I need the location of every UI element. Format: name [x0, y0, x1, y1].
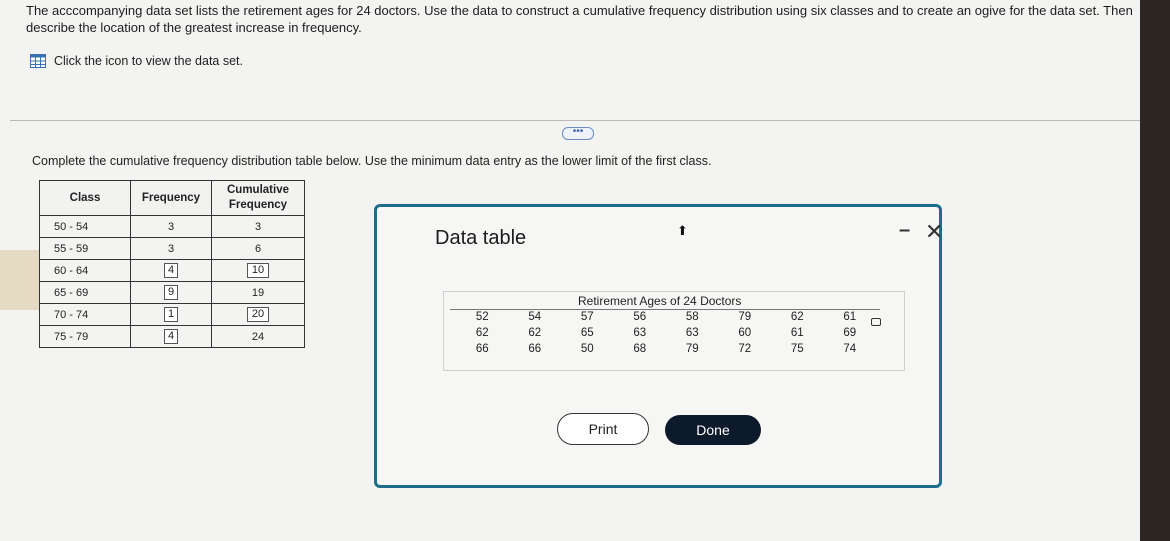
header-cumulative: Cumulative Frequency — [211, 180, 305, 216]
data-value: 56 — [633, 311, 647, 323]
data-grid: 52 54 57 56 58 79 62 61 62 62 65 63 63 6… — [456, 311, 876, 355]
frequency-input[interactable]: 4 — [164, 263, 178, 278]
done-button[interactable]: Done — [665, 415, 761, 445]
table-row: 70 - 74 1 20 — [39, 303, 305, 326]
cumulative-frequency-table: Class Frequency Cumulative Frequency 50 … — [39, 180, 305, 348]
copy-icon[interactable] — [871, 318, 881, 326]
table-row: 75 - 79 4 24 — [39, 325, 305, 348]
table-row: 55 - 59 3 6 — [39, 237, 305, 260]
data-value: 79 — [685, 343, 699, 355]
click-icon-text: Click the icon to view the data set. — [54, 54, 243, 68]
data-value: 69 — [843, 327, 857, 339]
data-value: 61 — [843, 311, 857, 323]
data-value: 54 — [528, 311, 542, 323]
close-button[interactable]: ✕ — [925, 219, 943, 245]
table-row: 65 - 69 9 19 — [39, 281, 305, 304]
data-set-link-row[interactable]: Click the icon to view the data set. — [30, 54, 243, 68]
data-value: 62 — [790, 311, 804, 323]
data-value: 58 — [685, 311, 699, 323]
data-table-dialog: Data table ⬆ – ✕ Retirement Ages of 24 D… — [374, 204, 943, 488]
instruction-text: Complete the cumulative frequency distri… — [32, 154, 712, 168]
class-cell: 60 - 64 — [54, 264, 89, 277]
data-value: 65 — [580, 327, 594, 339]
data-value: 68 — [633, 343, 647, 355]
data-value: 79 — [738, 311, 752, 323]
class-cell: 75 - 79 — [54, 330, 89, 343]
data-value: 66 — [528, 343, 542, 355]
table-row: 50 - 54 3 3 — [39, 215, 305, 238]
caption-rule — [450, 309, 880, 310]
data-value: 57 — [580, 311, 594, 323]
cumulative-cell: 3 — [254, 220, 262, 233]
data-value: 72 — [738, 343, 752, 355]
question-text: The acccompanying data set lists the ret… — [26, 3, 1133, 35]
data-value: 66 — [475, 343, 489, 355]
data-value: 63 — [633, 327, 647, 339]
mouse-cursor-icon: ⬆ — [677, 223, 688, 238]
cumulative-input[interactable]: 20 — [247, 307, 269, 322]
frequency-input[interactable]: 4 — [164, 329, 178, 344]
data-value: 63 — [685, 327, 699, 339]
data-value: 52 — [475, 311, 489, 323]
data-value: 62 — [475, 327, 489, 339]
class-cell: 65 - 69 — [54, 286, 89, 299]
cumulative-input[interactable]: 10 — [247, 263, 269, 278]
header-cumulative-label: Cumulative Frequency — [227, 184, 289, 211]
expand-button[interactable]: ••• — [562, 127, 594, 140]
table-row: 60 - 64 4 10 — [39, 259, 305, 282]
cumulative-cell: 19 — [251, 286, 265, 299]
data-value: 50 — [580, 343, 594, 355]
minimize-button[interactable]: – — [899, 219, 910, 242]
frequency-input[interactable]: 1 — [164, 307, 178, 322]
glare — [0, 250, 42, 310]
class-cell: 70 - 74 — [54, 308, 89, 321]
class-cell: 55 - 59 — [54, 242, 89, 255]
data-value: 62 — [528, 327, 542, 339]
frequency-cell: 3 — [167, 220, 175, 233]
header-class: Class — [39, 180, 131, 216]
divider — [10, 120, 1140, 121]
screen-edge — [1140, 0, 1170, 541]
data-value: 74 — [843, 343, 857, 355]
class-cell: 50 - 54 — [54, 220, 89, 233]
header-frequency: Frequency — [130, 180, 212, 216]
dialog-title: Data table — [435, 227, 527, 249]
frequency-cell: 3 — [167, 242, 175, 255]
frequency-input[interactable]: 9 — [164, 285, 178, 300]
print-button[interactable]: Print — [557, 413, 649, 445]
cumulative-cell: 24 — [251, 330, 265, 343]
data-value: 60 — [738, 327, 752, 339]
data-set-box: Retirement Ages of 24 Doctors 52 54 57 5… — [443, 291, 905, 371]
cumulative-cell: 6 — [254, 242, 262, 255]
data-value: 75 — [790, 343, 804, 355]
data-value: 61 — [790, 327, 804, 339]
data-caption: Retirement Ages of 24 Doctors — [578, 294, 742, 308]
data-table-icon[interactable] — [30, 54, 46, 68]
